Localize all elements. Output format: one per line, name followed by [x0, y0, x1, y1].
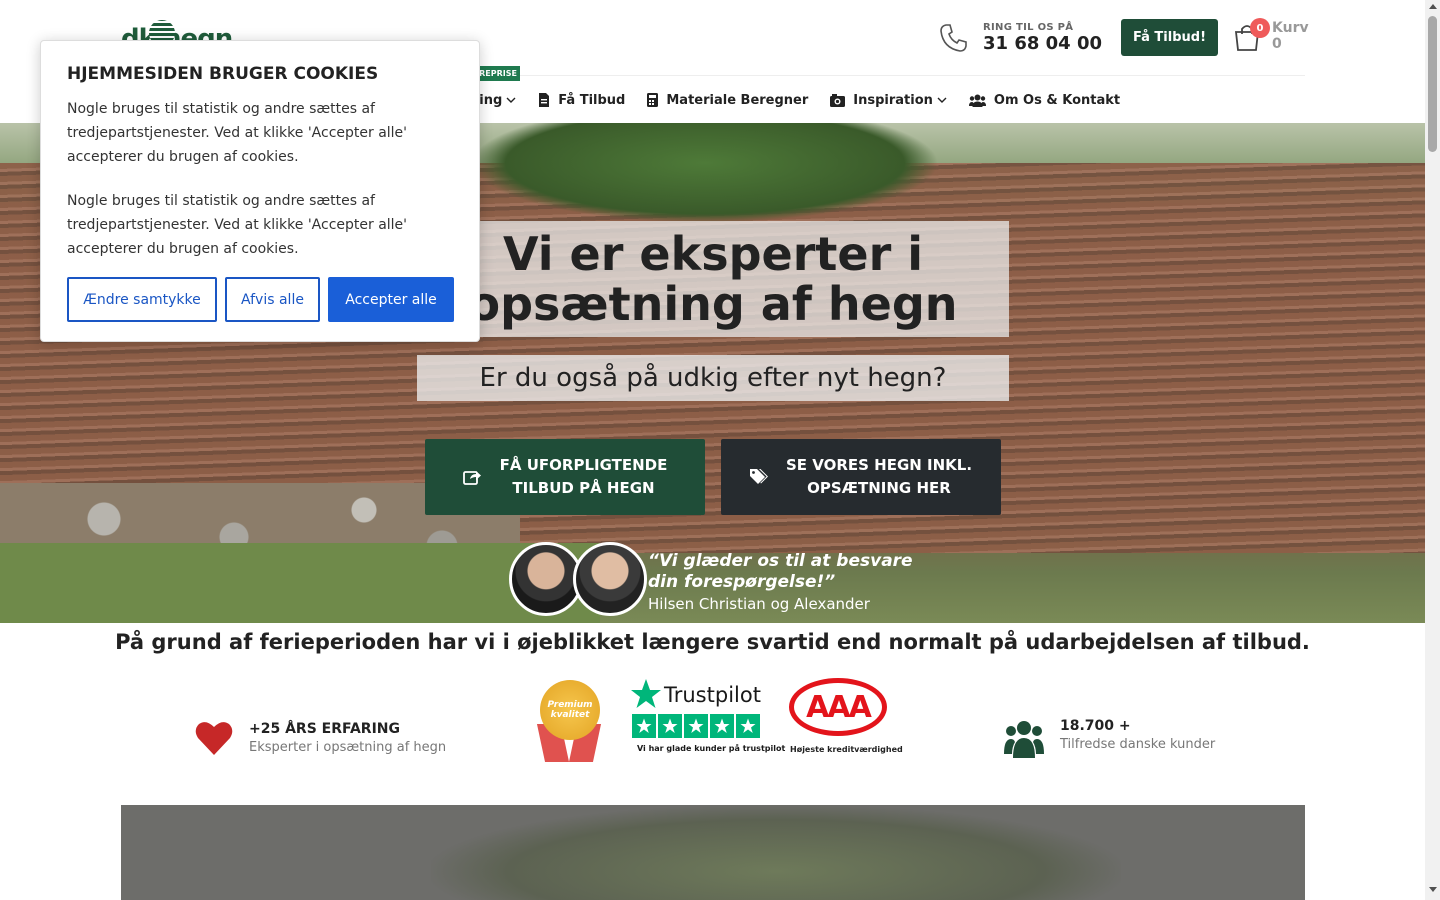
hero-background-trees	[470, 123, 940, 223]
usp-experience: +25 ÅRS ERFARING Eksperter i opsætning a…	[195, 718, 495, 762]
cookie-paragraph: Nogle bruges til statistik og andre sætt…	[67, 101, 408, 165]
cookie-title: HJEMMESIDEN BRUGER COOKIES	[67, 64, 379, 84]
trustpilot-caption: Vi har glade kunder på trustpilot	[637, 744, 786, 753]
star-icon	[710, 714, 734, 738]
get-quote-button[interactable]: Få Tilbud!	[1121, 19, 1218, 56]
aaa-caption: Højeste kreditværdighed	[790, 745, 903, 754]
scroll-up-arrow-icon[interactable]	[1429, 4, 1437, 9]
change-consent-button[interactable]: Ændre samtykke	[67, 277, 217, 322]
file-icon	[539, 93, 550, 107]
nav-item-label: Materiale Beregner	[666, 92, 809, 108]
team-quote: “Vi glæder os til at besvare din forespø…	[648, 551, 913, 592]
cookie-consent-dialog: HJEMMESIDEN BRUGER COOKIES Nogle bruges …	[40, 40, 480, 342]
hero-title: Vi er eksperter i opsætning af hegn	[468, 227, 958, 331]
chevron-down-icon	[506, 97, 516, 103]
request-quote-button[interactable]: FÅ UFORPLIGTENDE TILBUD PÅ HEGN	[425, 439, 705, 515]
heart-icon	[195, 722, 233, 755]
nav-item-faa-tilbud[interactable]: Få Tilbud	[538, 93, 625, 108]
nav-item-label: Om Os & Kontakt	[993, 92, 1121, 108]
cart-count-badge: 0	[1250, 18, 1270, 38]
medal-disc: Premium kvalitet	[540, 680, 600, 740]
nav-item-inspiration[interactable]: Inspiration	[830, 93, 947, 108]
scrollbar-thumb[interactable]	[1428, 16, 1437, 152]
request-quote-label: FÅ UFORPLIGTENDE TILBUD PÅ HEGN	[499, 456, 668, 497]
see-fences-label: SE VORES HEGN INKL. OPSÆTNING HER	[785, 456, 973, 497]
next-section-image	[121, 805, 1305, 900]
aaa-logo: AAA	[789, 678, 887, 736]
users-icon	[968, 94, 986, 107]
phone-icon	[940, 24, 967, 52]
chevron-down-icon	[937, 97, 947, 103]
trustpilot-badge[interactable]: Trustpilot Vi har glade kunder på trustp…	[630, 678, 785, 758]
team-signature: Hilsen Christian og Alexander	[648, 595, 870, 613]
trustpilot-star-icon	[631, 679, 661, 708]
usp-customers-title: 18.700 +	[1060, 718, 1131, 734]
users-icon	[1004, 721, 1044, 758]
tree-image	[431, 805, 1121, 900]
page-scrollbar[interactable]	[1425, 0, 1440, 900]
camera-icon	[830, 93, 846, 107]
avatar-christian	[509, 542, 583, 616]
aaa-rating-badge: AAA Højeste kreditværdighed	[789, 678, 903, 758]
star-icon	[658, 714, 682, 738]
phone-contact[interactable]: RING TIL OS PÅ 31 68 04 00	[938, 20, 1102, 60]
usp-experience-title: +25 ÅRS ERFARING	[249, 721, 400, 737]
usp-customers: 18.700 + Tilfredse danske kunder	[1004, 718, 1264, 762]
team-avatars	[509, 542, 649, 618]
hero-subtitle: Er du også på udkig efter nyt hegn?	[479, 363, 947, 393]
nav-item-label: Få Tilbud	[558, 92, 626, 108]
avatar-alexander	[573, 542, 647, 616]
trustpilot-name: Trustpilot	[664, 683, 761, 707]
premium-quality-medal: Premium kvalitet	[536, 680, 603, 762]
usp-experience-text: Eksperter i opsætning af hegn	[249, 740, 447, 755]
usp-customers-text: Tilfredse danske kunder	[1060, 737, 1216, 752]
holiday-notice: På grund af ferieperioden har vi i øjebl…	[115, 630, 1310, 654]
tags-icon	[749, 469, 768, 484]
star-icon	[684, 714, 708, 738]
cart[interactable]: 0 Kurv 0	[1232, 18, 1309, 58]
nav-item-om-os-kontakt[interactable]: Om Os & Kontakt	[968, 92, 1121, 108]
medal-text: Premium kvalitet	[547, 700, 593, 720]
share-icon	[462, 471, 481, 485]
star-icon	[632, 714, 656, 738]
phone-kicker: RING TIL OS PÅ	[983, 22, 1074, 33]
trustpilot-rating-stars	[632, 714, 762, 738]
main-nav: ning Få Tilbud Materiale Beregner Inspir…	[470, 88, 1142, 112]
nav-item-label: Inspiration	[853, 92, 933, 108]
aaa-logo-text: AAA	[806, 689, 872, 725]
star-icon	[736, 714, 760, 738]
hero-title-box: Vi er eksperter i opsætning af hegn	[417, 221, 1009, 337]
hero-subtitle-box: Er du også på udkig efter nyt hegn?	[417, 355, 1009, 401]
reject-all-button[interactable]: Afvis alle	[225, 277, 320, 322]
cart-label: Kurv	[1272, 20, 1309, 36]
scroll-down-arrow-icon[interactable]	[1429, 887, 1437, 892]
accept-all-button[interactable]: Accepter alle	[328, 277, 454, 322]
nav-item-materiale-beregner[interactable]: Materiale Beregner	[647, 93, 808, 108]
calculator-icon	[647, 93, 659, 107]
cart-total: 0	[1272, 36, 1282, 52]
cookie-paragraph: Nogle bruges til statistik og andre sætt…	[67, 193, 408, 257]
see-fences-button[interactable]: SE VORES HEGN INKL. OPSÆTNING HER	[721, 439, 1001, 515]
phone-number[interactable]: 31 68 04 00	[983, 33, 1102, 54]
